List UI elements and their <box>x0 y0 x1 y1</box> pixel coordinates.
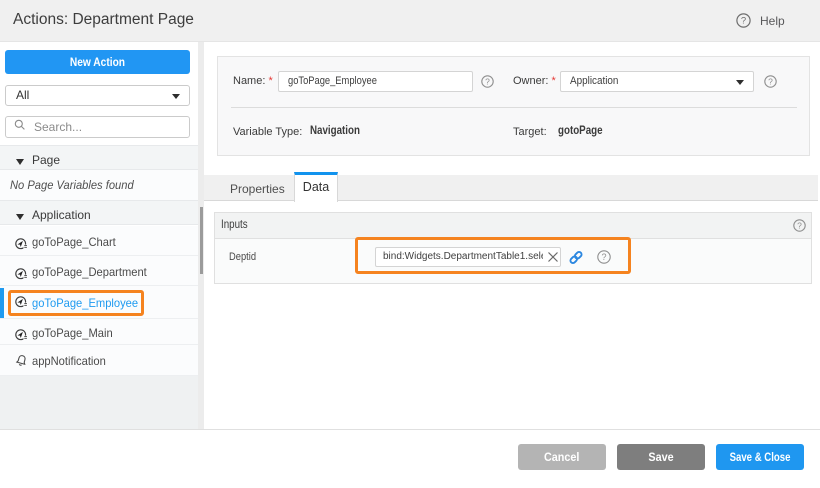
svg-text:?: ? <box>601 252 606 262</box>
svg-text:?: ? <box>485 76 490 86</box>
svg-text:?: ? <box>741 16 746 27</box>
svg-text:?: ? <box>797 220 802 230</box>
svg-text:?: ? <box>768 76 773 86</box>
